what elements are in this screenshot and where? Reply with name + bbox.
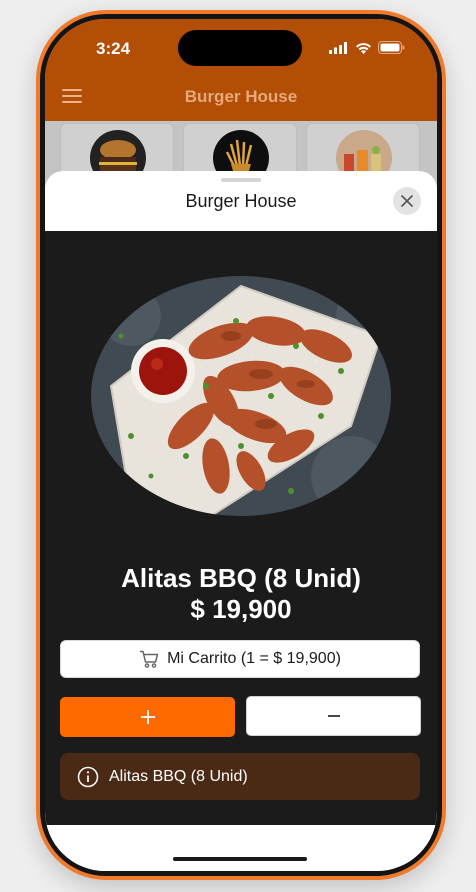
status-icons (329, 41, 405, 54)
modal-title: Burger House (185, 191, 297, 211)
dynamic-island (178, 30, 302, 66)
product-info-bar: Alitas BBQ (8 Unid) (60, 753, 420, 800)
product-price: $ 19,900 (190, 594, 292, 624)
decrease-quantity-button[interactable] (246, 696, 421, 736)
home-indicator[interactable] (173, 857, 307, 861)
info-text: Alitas BBQ (8 Unid) (109, 767, 248, 785)
plus-icon (140, 710, 155, 724)
wifi-icon (356, 42, 371, 54)
cart-button-label: Mi Carrito (1 = $ 19,900) (167, 650, 341, 667)
sheet-grabber[interactable] (221, 178, 261, 182)
cart-icon (140, 650, 159, 668)
battery-icon (378, 41, 405, 54)
close-button[interactable] (393, 187, 421, 215)
increase-quantity-button[interactable] (60, 697, 235, 737)
bbq-wings-image (91, 276, 391, 516)
info-icon (77, 766, 99, 787)
product-modal: Burger House Alitas BBQ (8 Unid) $ 19,90… (45, 171, 437, 871)
signal-icon (329, 41, 347, 54)
product-name: Alitas BBQ (8 Unid) (121, 563, 361, 593)
close-icon (400, 194, 414, 208)
app-header: 3:24 Burger House (45, 19, 437, 121)
status-time: 3:24 (96, 39, 131, 58)
screen: 3:24 Burger House Burger House Alitas BB… (45, 19, 437, 871)
minus-icon (327, 715, 340, 717)
cart-button[interactable]: Mi Carrito (1 = $ 19,900) (60, 640, 420, 678)
product-detail: Alitas BBQ (8 Unid) $ 19,900 Mi Carrito … (45, 231, 437, 825)
header-title: Burger House (184, 87, 298, 106)
